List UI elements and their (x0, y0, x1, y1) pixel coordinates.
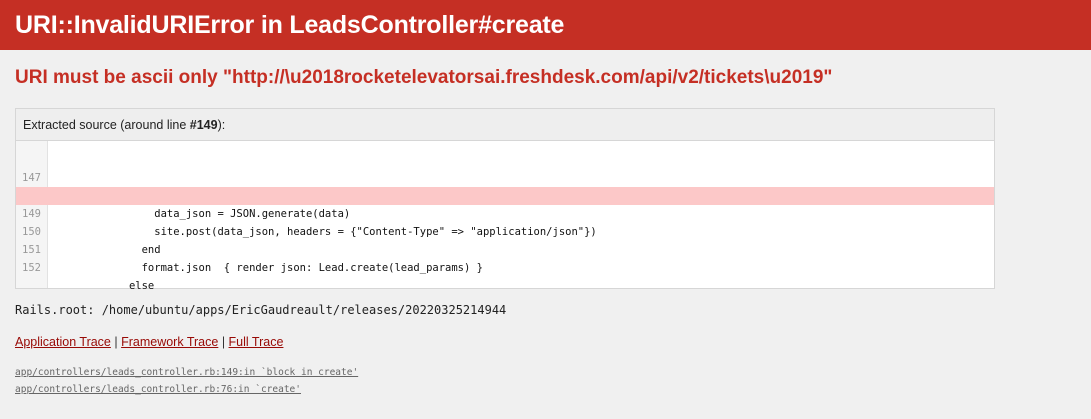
application-trace-list: app/controllers/leads_controller.rb:149:… (15, 364, 358, 398)
code-line: 151 format.json { render json: Lead.crea… (16, 223, 994, 274)
code-line-highlighted: 149 site.post(data_json, headers = {"Con… (16, 187, 994, 238)
source-title-prefix: Extracted source (around line (23, 118, 190, 132)
error-message: URI must be ascii only "http://\u2018roc… (15, 67, 833, 88)
source-title-line: #149 (189, 118, 218, 132)
trace-entry[interactable]: app/controllers/leads_controller.rb:76:i… (15, 381, 358, 398)
application-trace-link[interactable]: Application Trace (15, 335, 111, 349)
framework-trace-link[interactable]: Framework Trace (121, 335, 218, 349)
code-line: 150 end (16, 205, 994, 256)
code-line: 147 } (16, 151, 994, 202)
code-text: else (110, 280, 155, 292)
line-number: 152 (22, 262, 41, 274)
extracted-source-panel: Extracted source (around line #149): 147… (15, 108, 995, 292)
error-header: URI::InvalidURIError in LeadsController#… (0, 0, 1091, 50)
trace-entry[interactable]: app/controllers/leads_controller.rb:149:… (15, 364, 358, 381)
trace-tabs: Application Trace | Framework Trace | Fu… (15, 335, 283, 349)
code-line: 148 data_json = JSON.generate(data) (16, 169, 994, 220)
source-panel-title: Extracted source (around line #149): (16, 109, 994, 141)
trace-separator: | (110, 335, 122, 349)
source-title-suffix: ): (217, 118, 226, 132)
code-text: format.json { render json: Lead.create(l… (110, 262, 483, 274)
full-trace-link[interactable]: Full Trace (229, 335, 284, 349)
rails-root-path: Rails.root: /home/ubuntu/apps/EricGaudre… (15, 303, 507, 317)
page-title: URI::InvalidURIError in LeadsController#… (15, 11, 565, 39)
code-line: 152 else (16, 241, 994, 292)
trace-separator: | (218, 335, 229, 349)
